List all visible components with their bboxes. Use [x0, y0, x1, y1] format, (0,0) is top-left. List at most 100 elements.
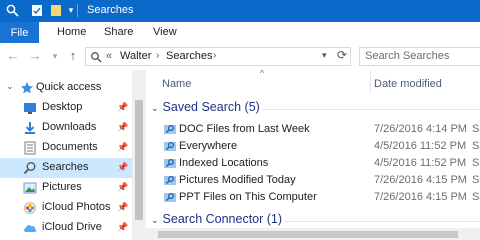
horizontal-scrollbar-thumb[interactable]	[158, 231, 458, 238]
column-divider[interactable]	[370, 70, 371, 94]
icloud-drive-icon	[23, 221, 37, 235]
title-bar: ▾ Searches	[0, 0, 480, 22]
navigation-pane: ⌄ Quick access Desktop 📌 Downloads 📌 Doc…	[0, 70, 132, 240]
download-icon	[23, 121, 37, 135]
file-name: Everywhere	[179, 140, 238, 152]
saved-search-icon	[163, 139, 177, 153]
file-date: 7/26/2016 4:15 PM	[374, 191, 467, 203]
nav-item-searches[interactable]: Searches 📌	[0, 158, 132, 178]
qat-dropdown-icon[interactable]: ▾	[64, 3, 78, 17]
list-item[interactable]: Everywhere 4/5/2016 11:52 PM Sa	[146, 138, 480, 155]
file-type: Sa	[472, 123, 480, 135]
nav-item-icloud-photos[interactable]: iCloud Photos 📌	[0, 198, 132, 218]
tab-share[interactable]: Share	[104, 26, 133, 38]
nav-label: Quick access	[36, 81, 102, 93]
nav-item-downloads[interactable]: Downloads 📌	[0, 118, 132, 138]
file-name: Indexed Locations	[179, 157, 269, 169]
list-item[interactable]: PPT Files on This Computer 7/26/2016 4:1…	[146, 189, 480, 206]
ribbon: File Home Share View	[0, 22, 480, 44]
group-label: Search Connector (1)	[162, 212, 283, 226]
back-arrow-icon[interactable]: ←	[6, 49, 20, 63]
breadcrumb-chevron-icon[interactable]: ›	[213, 50, 216, 61]
address-dropdown-icon[interactable]: ▾	[322, 50, 327, 61]
group-header-search-connector[interactable]: ⌄ Search Connector (1)	[151, 212, 282, 226]
icloud-photos-icon	[23, 201, 37, 215]
list-item[interactable]: Pictures Modified Today 7/26/2016 4:15 P…	[146, 172, 480, 189]
pin-icon[interactable]: 📌	[117, 182, 128, 193]
pin-icon[interactable]: 📌	[117, 102, 128, 113]
tab-view[interactable]: View	[153, 26, 177, 38]
nav-label: iCloud Photos	[42, 201, 111, 213]
nav-item-desktop[interactable]: Desktop 📌	[0, 98, 132, 118]
nav-scrollbar-thumb[interactable]	[135, 100, 143, 220]
saved-search-icon	[163, 190, 177, 204]
search-folder-icon	[23, 161, 37, 175]
up-arrow-icon[interactable]: ↑	[66, 49, 80, 63]
desktop-icon	[23, 101, 37, 115]
nav-item-icloud-drive[interactable]: iCloud Drive 📌	[0, 218, 132, 238]
file-date: 4/5/2016 11:52 PM	[374, 157, 467, 169]
refresh-icon[interactable]: ⟳	[337, 48, 347, 62]
chevron-down-icon[interactable]: ⌄	[151, 103, 159, 113]
breadcrumb-walter[interactable]: Walter	[120, 50, 151, 62]
file-name: Pictures Modified Today	[179, 174, 296, 186]
file-type: Sa	[472, 191, 480, 203]
file-type: Sa	[472, 157, 480, 169]
breadcrumb-searches[interactable]: Searches	[166, 50, 212, 62]
group-divider	[262, 109, 480, 110]
pin-icon[interactable]: 📌	[117, 202, 128, 213]
search-location-icon	[90, 51, 102, 66]
recent-locations-icon[interactable]: ▾	[48, 49, 62, 63]
breadcrumb-chevron-icon[interactable]: ›	[156, 50, 159, 61]
star-icon	[20, 81, 34, 95]
group-divider	[284, 221, 480, 222]
nav-label: Searches	[42, 161, 89, 173]
nav-label: Documents	[42, 141, 98, 153]
saved-search-icon	[163, 156, 177, 170]
file-type: Sa	[472, 174, 480, 186]
file-name: PPT Files on This Computer	[179, 191, 317, 203]
nav-label: Downloads	[42, 121, 97, 133]
file-tab[interactable]: File	[0, 22, 39, 43]
nav-item-documents[interactable]: Documents 📌	[0, 138, 132, 158]
pin-icon[interactable]: 📌	[117, 162, 128, 173]
file-date: 7/26/2016 4:14 PM	[374, 123, 467, 135]
breadcrumb-overflow[interactable]: «	[106, 50, 112, 62]
pictures-icon	[23, 181, 37, 195]
pin-icon[interactable]: 📌	[117, 142, 128, 153]
nav-item-pictures[interactable]: Pictures 📌	[0, 178, 132, 198]
group-header-saved-search[interactable]: ⌄ Saved Search (5)	[151, 100, 260, 114]
list-item[interactable]: Indexed Locations 4/5/2016 11:52 PM Sa	[146, 155, 480, 172]
nav-label: Desktop	[42, 101, 83, 113]
title-separator	[77, 4, 78, 17]
chevron-down-icon[interactable]: ⌄	[6, 81, 14, 92]
nav-scrollbar[interactable]	[132, 70, 146, 240]
chevron-down-icon[interactable]: ⌄	[151, 215, 159, 225]
list-item[interactable]: DOC Files from Last Week 7/26/2016 4:14 …	[146, 121, 480, 138]
search-app-icon	[5, 3, 19, 17]
properties-icon[interactable]	[30, 3, 44, 17]
nav-item-quick-access[interactable]: ⌄ Quick access	[0, 78, 132, 98]
file-date: 7/26/2016 4:15 PM	[374, 174, 467, 186]
forward-arrow-icon[interactable]: →	[28, 49, 42, 63]
search-input[interactable]: Search Searches	[359, 47, 480, 66]
file-name: DOC Files from Last Week	[179, 123, 310, 135]
tab-home[interactable]: Home	[57, 26, 86, 38]
nav-label: Pictures	[42, 181, 82, 193]
group-label: Saved Search (5)	[162, 100, 260, 114]
column-header-name[interactable]: Name	[162, 78, 191, 90]
file-type: Sa	[472, 140, 480, 152]
file-date: 4/5/2016 11:52 PM	[374, 140, 467, 152]
pin-icon[interactable]: 📌	[117, 222, 128, 233]
address-row: ← → ▾ ↑ « Walter › Searches › ▾ ⟳ Search…	[0, 43, 480, 71]
documents-icon	[23, 141, 37, 155]
saved-search-icon	[163, 173, 177, 187]
saved-search-icon	[163, 122, 177, 136]
nav-label: iCloud Drive	[42, 221, 102, 233]
address-bar[interactable]: « Walter › Searches › ▾ ⟳	[85, 47, 351, 66]
pin-icon[interactable]: 📌	[117, 122, 128, 133]
horizontal-scrollbar[interactable]	[146, 228, 480, 240]
new-folder-icon[interactable]	[49, 3, 63, 17]
column-header-date-modified[interactable]: Date modified	[374, 78, 442, 90]
sort-ascending-icon: ^	[260, 68, 265, 78]
